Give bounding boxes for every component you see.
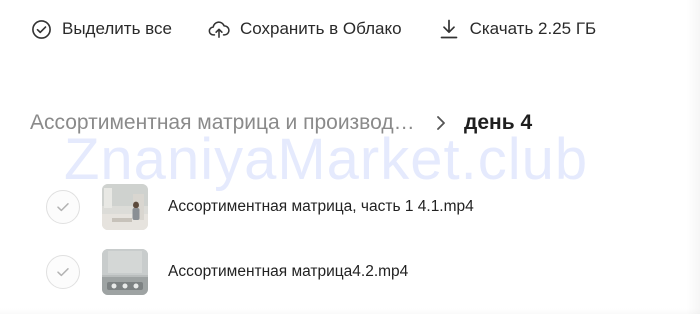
file-select-checkbox[interactable]: [46, 255, 80, 289]
video-thumbnail[interactable]: [102, 184, 148, 230]
breadcrumb-parent-folder[interactable]: Ассортиментная матрица и производство: [30, 111, 418, 135]
file-name[interactable]: Ассортиментная матрица4.2.mp4: [168, 263, 408, 281]
check-circle-icon: [30, 18, 52, 40]
panel-edge-shadow: [686, 0, 700, 314]
file-row[interactable]: Ассортиментная матрица, часть 1 4.1.mp4: [46, 183, 666, 231]
check-icon: [57, 203, 69, 212]
list-bottom-fade: [0, 308, 700, 314]
cloud-upload-icon: [208, 18, 230, 40]
save-to-cloud-button[interactable]: Сохранить в Облако: [208, 14, 402, 44]
select-all-label: Выделить все: [62, 19, 172, 38]
save-to-cloud-label: Сохранить в Облако: [239, 19, 402, 38]
select-all-button[interactable]: Выделить все: [30, 14, 172, 44]
file-select-checkbox[interactable]: [46, 190, 80, 224]
toolbar: Выделить все Сохранить в Облако Скачать …: [30, 14, 596, 44]
download-label: Скачать 2.25 ГБ: [469, 19, 597, 38]
download-icon: [438, 18, 460, 40]
check-icon: [57, 268, 69, 277]
file-name[interactable]: Ассортиментная матрица, часть 1 4.1.mp4: [168, 198, 474, 216]
video-thumbnail[interactable]: [102, 249, 148, 295]
chevron-right-icon: [432, 114, 450, 132]
file-row[interactable]: Ассортиментная матрица4.2.mp4: [46, 248, 666, 296]
download-button[interactable]: Скачать 2.25 ГБ: [438, 14, 597, 44]
file-share-page: Выделить все Сохранить в Облако Скачать …: [0, 0, 700, 314]
breadcrumb-current-folder: день 4: [464, 111, 533, 134]
breadcrumb: Ассортиментная матрица и производство де…: [30, 106, 532, 140]
